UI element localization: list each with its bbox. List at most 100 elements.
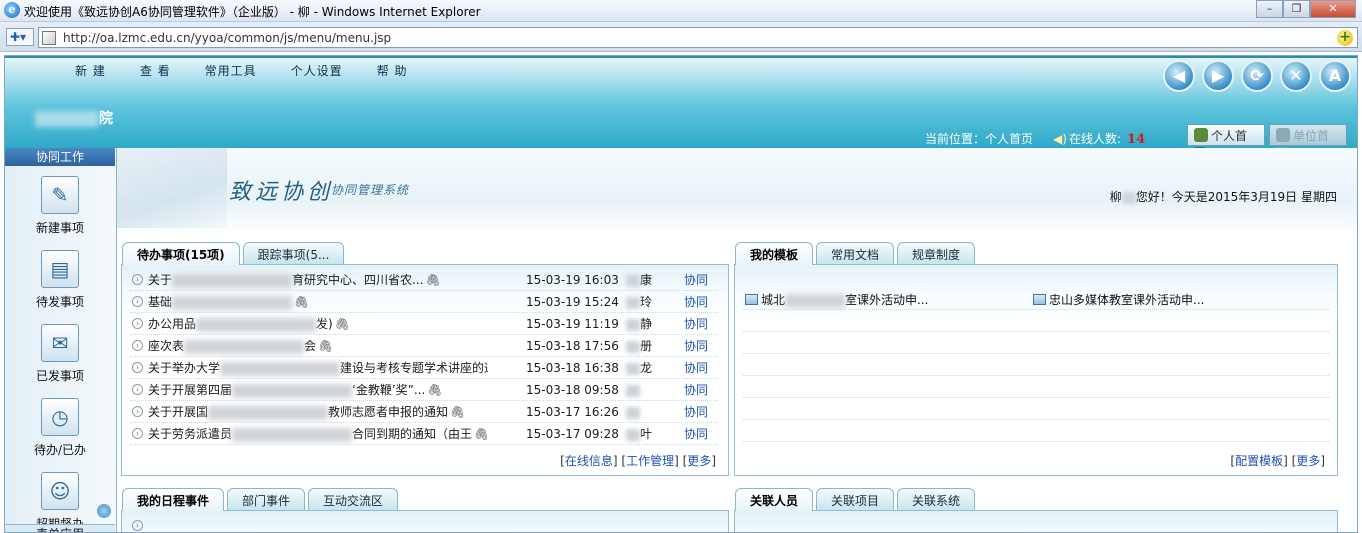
todo-date: 15-03-18 16:38 xyxy=(526,361,619,375)
more-link[interactable]: 更多 xyxy=(687,454,711,468)
tab-tracking[interactable]: 跟踪事项(5... xyxy=(242,242,345,264)
tab-my-schedule[interactable]: 我的日程事件 xyxy=(122,488,225,511)
bullet-icon: › xyxy=(132,318,143,329)
todo-category-link[interactable]: 协同 xyxy=(684,401,708,423)
overdue-supervise-icon: ☺ xyxy=(41,472,79,510)
minimize-button[interactable]: – xyxy=(1256,0,1283,18)
todo-row[interactable]: › 座次表会 🖇 15-03-18 17:56 册 协同 xyxy=(130,335,718,357)
forward-icon[interactable]: ▶ xyxy=(1202,60,1234,92)
sidebar-item-sent[interactable]: ✉ 已发事项 xyxy=(5,324,115,384)
pending-send-icon: ▤ xyxy=(41,250,79,288)
configure-template-link[interactable]: 配置模板 xyxy=(1235,454,1283,468)
new-item-icon: ✎ xyxy=(41,176,79,214)
refresh-icon[interactable]: ⟳ xyxy=(1241,60,1273,92)
menu-personal-settings[interactable]: 个人设置 xyxy=(291,62,343,79)
todo-title[interactable]: 办公用品 发) 🖇 xyxy=(148,313,488,335)
main-content: 致远协创 协同管理系统 柳您好！今天是2015年3月19日 星期四 待办事项(1… xyxy=(117,148,1357,532)
todo-row[interactable]: › 关于开展第四届 ‘金教鞭’奖”... 🖇 15-03-18 09:58 协同 xyxy=(130,379,718,401)
menu-view[interactable]: 查 看 xyxy=(140,62,171,79)
bullet-icon: › xyxy=(132,384,143,395)
speaker-icon: ◀) xyxy=(1053,132,1067,146)
tab-interaction[interactable]: 互动交流区 xyxy=(308,488,399,510)
todo-category-link[interactable]: 协同 xyxy=(684,379,708,401)
tab-related-systems[interactable]: 关联系统 xyxy=(897,488,976,510)
close-icon[interactable]: ✕ xyxy=(1280,60,1312,92)
todo-category-link[interactable]: 协同 xyxy=(684,357,708,379)
todo-sender xyxy=(626,401,640,423)
todo-row[interactable]: › 关于 育研究中心、四川省农... 🖇 15-03-19 16:03 康 协同 xyxy=(130,269,718,291)
menu-tools[interactable]: 常用工具 xyxy=(205,62,257,79)
todo-date: 15-03-18 17:56 xyxy=(526,339,619,353)
organization-name: 院 xyxy=(35,108,113,128)
schedule-row: › xyxy=(130,515,718,532)
todo-category-link[interactable]: 协同 xyxy=(684,335,708,357)
sidebar-header[interactable]: 协同工作 xyxy=(5,148,115,166)
sidebar-item-pending-send[interactable]: ▤ 待发事项 xyxy=(5,250,115,310)
tab-related-people[interactable]: 关联人员 xyxy=(735,488,814,511)
todo-title[interactable]: 关于开展第四届 ‘金教鞭’奖”... 🖇 xyxy=(148,379,488,401)
menu-new[interactable]: 新 建 xyxy=(75,62,106,79)
todo-sender xyxy=(626,379,640,401)
attachment-icon: 🖇 xyxy=(427,383,443,397)
new-tab-icon[interactable]: ✚▾ xyxy=(6,28,34,46)
attachment-icon: 🖇 xyxy=(425,273,441,287)
attachment-icon: 🖇 xyxy=(334,317,350,331)
online-info-link[interactable]: 在线信息 xyxy=(565,454,613,468)
work-management-link[interactable]: 工作管理 xyxy=(626,454,674,468)
sidebar-scroll-icon[interactable] xyxy=(97,504,111,518)
todo-title[interactable]: 座次表会 🖇 xyxy=(148,335,488,357)
close-window-button[interactable]: ✕ xyxy=(1310,0,1356,18)
tab-common-docs[interactable]: 常用文档 xyxy=(816,242,895,264)
template-doc-icon xyxy=(745,294,758,305)
go-icon[interactable]: + xyxy=(1337,30,1353,46)
url-field[interactable]: http://oa.lzmc.edu.cn/yyoa/common/js/men… xyxy=(38,27,1358,48)
todo-category-link[interactable]: 协同 xyxy=(684,269,708,291)
todo-title[interactable]: 关于举办大学建设与考核专题学术讲座的通知🖇 xyxy=(148,357,488,379)
personal-home-button[interactable]: 个人首页 xyxy=(1187,124,1265,160)
maximize-button[interactable]: ❐ xyxy=(1283,0,1310,18)
tab-related-projects[interactable]: 关联项目 xyxy=(816,488,895,510)
banner-paper-graphic xyxy=(117,148,227,228)
bullet-icon: › xyxy=(132,274,143,285)
todo-row[interactable]: › 关于劳务派遣员 合同到期的通知（由王 🖇 15-03-17 09:28 叶 协同 xyxy=(130,423,718,445)
todo-row[interactable]: › 关于举办大学建设与考核专题学术讲座的通知🖇 15-03-18 16:38 龙 协同 xyxy=(130,357,718,379)
todo-title[interactable]: 基础 🖇 xyxy=(148,291,488,313)
window-title: 欢迎使用《致远协创A6协同管理软件》（企业版） - 柳 - Windows In… xyxy=(24,5,481,19)
bullet-icon: › xyxy=(132,296,143,307)
todo-row[interactable]: › 基础 🖇 15-03-19 15:24 玲 协同 xyxy=(130,291,718,313)
todo-date: 15-03-18 09:58 xyxy=(526,383,619,397)
todo-row[interactable]: › 办公用品 发) 🖇 15-03-19 11:19 静 协同 xyxy=(130,313,718,335)
unit-home-button[interactable]: 单位首页 xyxy=(1269,124,1347,160)
tab-regulations[interactable]: 规章制度 xyxy=(897,242,976,264)
tab-todo[interactable]: 待办事项(15项) xyxy=(122,242,240,265)
sidebar-item-overdue[interactable]: ☺ 超期督办 xyxy=(5,472,115,532)
main-menu: 新 建 查 看 常用工具 个人设置 帮 助 xyxy=(75,62,442,79)
todo-title[interactable]: 关于 育研究中心、四川省农... 🖇 xyxy=(148,269,488,291)
tab-department-events[interactable]: 部门事件 xyxy=(227,488,306,510)
back-icon[interactable]: ◀ xyxy=(1163,60,1195,92)
menu-help[interactable]: 帮 助 xyxy=(377,62,408,79)
sidebar-item-todo-done[interactable]: ◷ 待办/已办 xyxy=(5,398,115,458)
bullet-icon: › xyxy=(132,362,143,373)
todo-done-icon: ◷ xyxy=(41,398,79,436)
todo-title[interactable]: 关于开展国 教师志愿者申报的通知 🖇 xyxy=(148,401,488,423)
template-item[interactable]: 城北 室课外活动申... xyxy=(745,291,928,308)
tab-my-templates[interactable]: 我的模板 xyxy=(735,242,814,265)
related-panel: 关联人员 关联项目 关联系统 xyxy=(734,488,1338,532)
font-size-icon[interactable]: A xyxy=(1319,60,1351,92)
app-frame: 新 建 查 看 常用工具 个人设置 帮 助 院 ◀ ▶ ⟳ ✕ A 当前位置：个… xyxy=(4,55,1358,533)
sidebar-form-apps[interactable]: 表单应用 xyxy=(5,524,115,532)
banner: 致远协创 协同管理系统 柳您好！今天是2015年3月19日 星期四 xyxy=(117,148,1357,236)
template-item[interactable]: 忠山多媒体教室课外活动申... xyxy=(1033,291,1204,308)
todo-category-link[interactable]: 协同 xyxy=(684,313,708,335)
todo-title[interactable]: 关于劳务派遣员 合同到期的通知（由王 🖇 xyxy=(148,423,488,445)
todo-sender: 龙 xyxy=(626,357,652,379)
template-more-link[interactable]: 更多 xyxy=(1296,454,1320,468)
sidebar-item-new[interactable]: ✎ 新建事项 xyxy=(5,176,115,236)
todo-row[interactable]: › 关于开展国 教师志愿者申报的通知 🖇 15-03-17 16:26 协同 xyxy=(130,401,718,423)
sent-item-icon: ✉ xyxy=(41,324,79,362)
todo-category-link[interactable]: 协同 xyxy=(684,291,708,313)
greeting: 柳您好！今天是2015年3月19日 星期四 xyxy=(1109,190,1337,204)
todo-sender: 玲 xyxy=(626,291,652,313)
todo-category-link[interactable]: 协同 xyxy=(684,423,708,445)
